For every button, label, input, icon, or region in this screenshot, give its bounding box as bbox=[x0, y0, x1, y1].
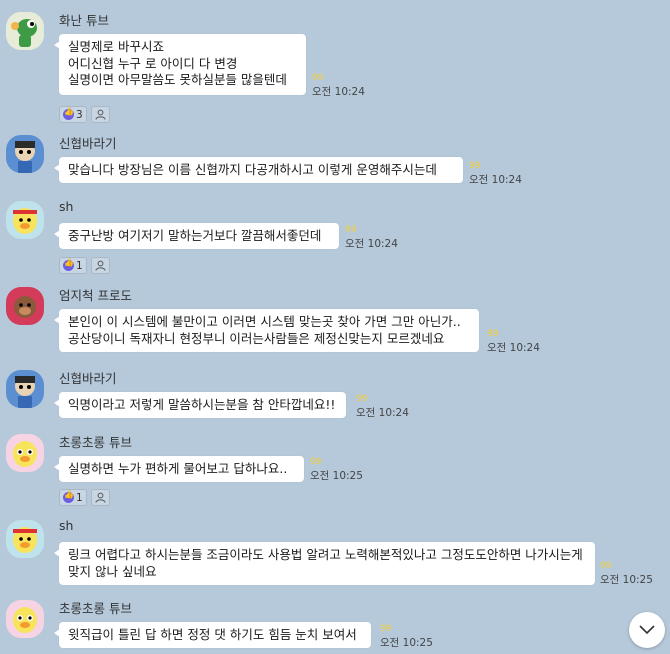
message-text: 맞습니다 방장님은 이름 신협까지 다공개하시고 이렇게 운영해주시는데 bbox=[68, 162, 437, 177]
like-reaction[interactable]: 1 bbox=[59, 489, 87, 506]
timestamp: 오전 10:24 bbox=[469, 174, 522, 186]
timestamp: 오전 10:25 bbox=[380, 637, 433, 649]
message-meta: 99 오전 10:25 bbox=[380, 624, 433, 650]
duck-headband-avatar[interactable] bbox=[6, 520, 44, 558]
message-bubble[interactable]: 실명하면 누가 편하게 물어보고 답하나요.. bbox=[54, 456, 304, 482]
message-text: 중구난방 여기저기 말하는거보다 깔끔해서좋던데 bbox=[68, 228, 322, 243]
message-bubble[interactable]: 실명제로 바꾸시죠 어디신협 누구 로 아이디 다 변경 실명이면 아무말씀도 … bbox=[54, 34, 306, 95]
sender-name: 신협바라기 bbox=[59, 136, 117, 151]
sender-name: 화난 튜브 bbox=[59, 13, 109, 28]
message-text: 익명이라고 저렇게 말씀하시는분을 참 안타깝네요!! bbox=[68, 397, 336, 412]
message-bubble[interactable]: 중구난방 여기저기 말하는거보다 깔끔해서좋던데 bbox=[54, 223, 339, 249]
reaction-people-button[interactable] bbox=[90, 489, 110, 506]
duck-headband-avatar[interactable] bbox=[6, 201, 44, 239]
crocodile-avatar[interactable] bbox=[6, 12, 44, 50]
thumbs-up-icon bbox=[63, 258, 74, 271]
person-icon bbox=[95, 109, 106, 120]
message-text: 어디신협 누구 로 아이디 다 변경 bbox=[68, 55, 238, 71]
unread-count: 99 bbox=[312, 73, 324, 83]
frodo-dog-avatar[interactable] bbox=[6, 287, 44, 325]
message-text: 실명제로 바꾸시죠 bbox=[68, 39, 164, 54]
blue-character-avatar[interactable] bbox=[6, 370, 44, 408]
unread-count: 99 bbox=[356, 394, 368, 404]
sender-name: 초롱초롱 튜브 bbox=[59, 435, 132, 450]
message-meta: 99 오전 10:24 bbox=[469, 161, 522, 187]
scroll-to-bottom-button[interactable] bbox=[629, 612, 665, 648]
sender-name: sh bbox=[59, 518, 74, 533]
timestamp: 오전 10:24 bbox=[487, 342, 540, 354]
unread-count: 99 bbox=[345, 225, 357, 235]
message-text: 실명이면 아무말씀도 못하실분들 많을텐데 bbox=[68, 72, 287, 87]
sender-name: 엄지척 프로도 bbox=[59, 288, 132, 303]
message-meta: 99 오전 10:24 bbox=[345, 225, 398, 251]
message-text: 링크 어렵다고 하시는분들 조금이라도 사용법 알려고 노력해본적있나고 그정도… bbox=[68, 547, 583, 579]
blue-character-avatar[interactable] bbox=[6, 135, 44, 173]
reaction-count: 3 bbox=[76, 108, 83, 121]
sender-name: 신협바라기 bbox=[59, 371, 117, 386]
thumbs-up-icon bbox=[63, 107, 74, 120]
reaction-people-button[interactable] bbox=[90, 106, 110, 123]
timestamp: 오전 10:24 bbox=[356, 407, 409, 419]
chevron-down-icon bbox=[639, 625, 655, 635]
message-text: 윗직급이 틀린 답 하면 정정 댓 하기도 힘듬 눈치 보여서 bbox=[68, 627, 357, 642]
message-meta: 99 오전 10:24 bbox=[487, 329, 540, 355]
message-meta: 99 오전 10:25 bbox=[310, 457, 363, 483]
reaction-people-button[interactable] bbox=[90, 257, 110, 274]
timestamp: 오전 10:25 bbox=[600, 574, 653, 586]
message-text: 공산당이니 독재자니 현정부니 이러는사람들은 제정신맞는지 모르겠네요 bbox=[68, 330, 445, 346]
reaction-bar: 3 bbox=[59, 106, 110, 123]
sender-name: sh bbox=[59, 199, 74, 214]
like-reaction[interactable]: 1 bbox=[59, 257, 87, 274]
message-bubble[interactable]: 링크 어렵다고 하시는분들 조금이라도 사용법 알려고 노력해본적있나고 그정도… bbox=[54, 542, 595, 585]
timestamp: 오전 10:24 bbox=[345, 238, 398, 250]
message-bubble[interactable]: 익명이라고 저렇게 말씀하시는분을 참 안타깝네요!! bbox=[54, 392, 346, 418]
unread-count: 99 bbox=[487, 329, 499, 339]
message-meta: 99 오전 10:25 bbox=[600, 561, 653, 587]
like-reaction[interactable]: 3 bbox=[59, 106, 87, 123]
reaction-bar: 1 bbox=[59, 257, 110, 274]
duck-pink-avatar[interactable] bbox=[6, 434, 44, 472]
message-bubble[interactable]: 본인이 이 시스템에 불만이고 이러면 시스템 맞는곳 찾아 가면 그만 아닌가… bbox=[54, 309, 479, 352]
timestamp: 오전 10:25 bbox=[310, 470, 363, 482]
message-meta: 99 오전 10:24 bbox=[356, 394, 409, 420]
unread-count: 99 bbox=[600, 561, 612, 571]
message-bubble[interactable]: 맞습니다 방장님은 이름 신협까지 다공개하시고 이렇게 운영해주시는데 bbox=[54, 157, 463, 183]
chat-room: 화난 튜브 실명제로 바꾸시죠 어디신협 누구 로 아이디 다 변경 실명이면 … bbox=[0, 0, 670, 654]
duck-pink-avatar[interactable] bbox=[6, 600, 44, 638]
thumbs-up-icon bbox=[63, 490, 74, 503]
message-meta: 99 오전 10:24 bbox=[312, 73, 365, 99]
unread-count: 99 bbox=[469, 161, 481, 171]
person-icon bbox=[95, 260, 106, 271]
message-bubble[interactable]: 윗직급이 틀린 답 하면 정정 댓 하기도 힘듬 눈치 보여서 bbox=[54, 622, 371, 648]
reaction-count: 1 bbox=[76, 491, 83, 504]
person-icon bbox=[95, 492, 106, 503]
reaction-bar: 1 bbox=[59, 489, 110, 506]
reaction-count: 1 bbox=[76, 259, 83, 272]
sender-name: 초롱초롱 튜브 bbox=[59, 601, 132, 616]
message-text: 실명하면 누가 편하게 물어보고 답하나요.. bbox=[68, 461, 288, 476]
timestamp: 오전 10:24 bbox=[312, 86, 365, 98]
unread-count: 99 bbox=[380, 624, 392, 634]
unread-count: 99 bbox=[310, 457, 322, 467]
message-text: 본인이 이 시스템에 불만이고 이러면 시스템 맞는곳 찾아 가면 그만 아닌가… bbox=[68, 314, 461, 329]
